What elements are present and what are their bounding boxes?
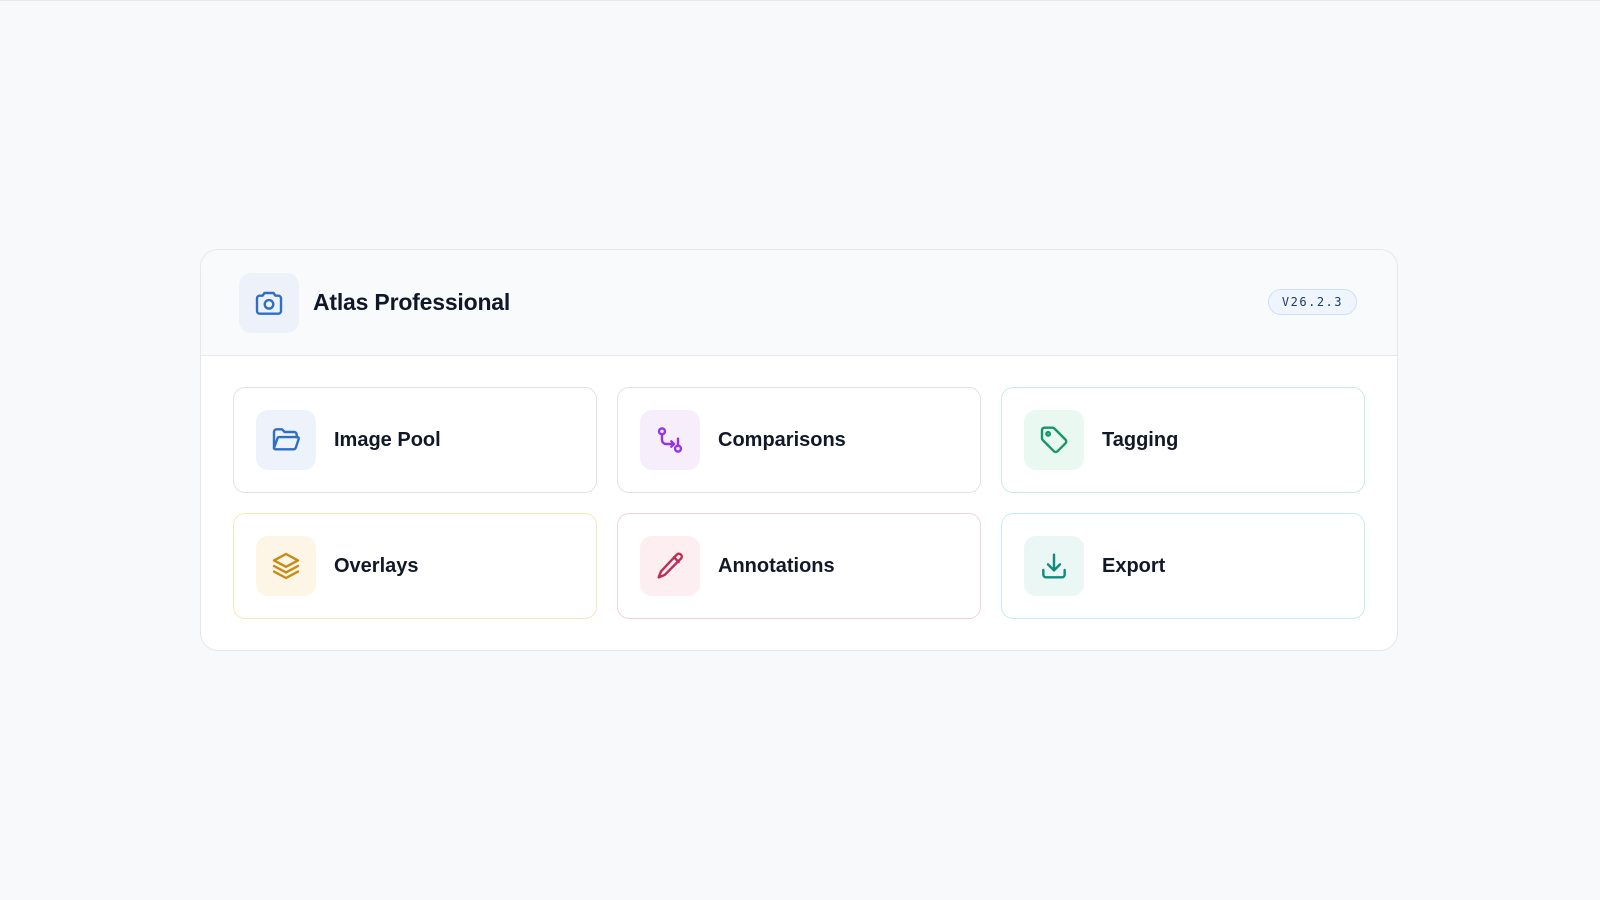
layers-icon: [256, 536, 316, 596]
tile-tagging[interactable]: Tagging: [1001, 387, 1365, 493]
app-title: Atlas Professional: [313, 289, 511, 315]
git-compare-icon: [640, 410, 700, 470]
tile-image-pool[interactable]: Image Pool: [233, 387, 597, 493]
tile-label: Overlays: [334, 554, 419, 577]
pencil-icon: [640, 536, 700, 596]
panel-header: Atlas Professional V26.2.3: [201, 250, 1397, 356]
tile-annotations[interactable]: Annotations: [617, 513, 981, 619]
tile-label: Comparisons: [718, 428, 846, 451]
tile-label: Export: [1102, 554, 1166, 577]
tile-overlays[interactable]: Overlays: [233, 513, 597, 619]
app-launcher-panel: Atlas Professional V26.2.3 Image Pool Co…: [200, 249, 1398, 651]
top-divider: [0, 0, 1600, 1]
tile-label: Image Pool: [334, 428, 441, 451]
tag-icon: [1024, 410, 1084, 470]
tile-comparisons[interactable]: Comparisons: [617, 387, 981, 493]
tile-label: Annotations: [718, 554, 835, 577]
tile-label: Tagging: [1102, 428, 1179, 451]
camera-icon: [239, 272, 299, 333]
tile-export[interactable]: Export: [1001, 513, 1365, 619]
folder-open-icon: [256, 410, 316, 470]
feature-grid: Image Pool Comparisons Tagging Overlays …: [233, 387, 1365, 619]
download-icon: [1024, 536, 1084, 596]
version-badge: V26.2.3: [1267, 289, 1357, 315]
